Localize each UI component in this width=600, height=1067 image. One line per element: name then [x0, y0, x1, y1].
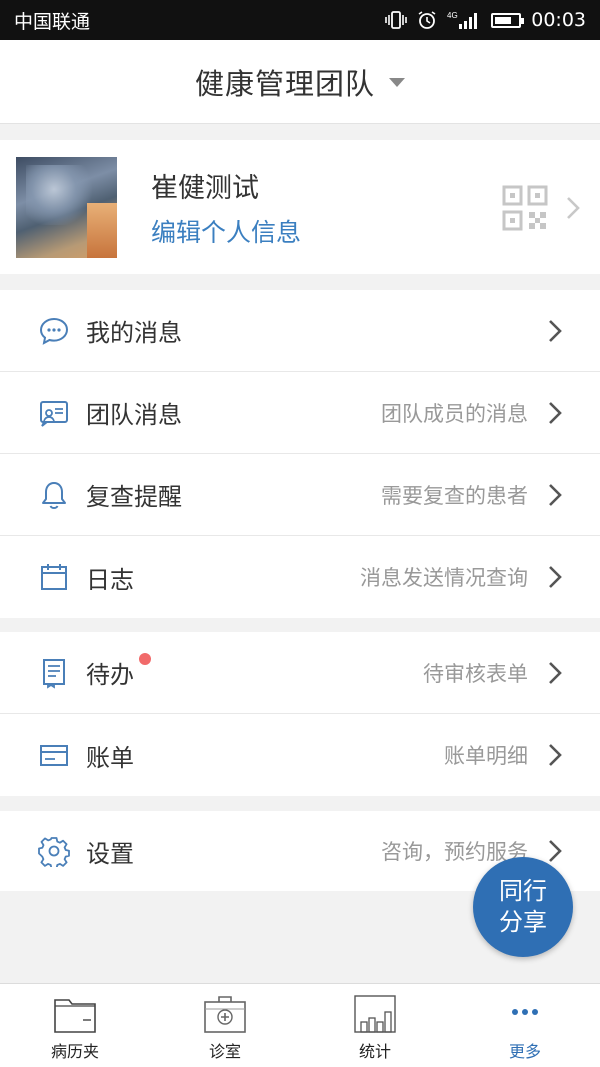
menu-item-detail: 团队成员的消息 — [381, 401, 528, 426]
chevron-right-icon — [549, 483, 562, 506]
bottom-tab-bar: 病历夹 诊室 统计 更多 — [0, 983, 600, 1067]
menu-item-todo[interactable]: 待办 待审核表单 — [0, 632, 600, 714]
calendar-icon — [41, 564, 67, 590]
menu-item-detail: 账单明细 — [444, 744, 528, 768]
menu-item-label: 设置 — [86, 839, 134, 868]
chevron-right-icon — [549, 401, 562, 424]
chevron-right-icon — [567, 197, 580, 219]
menu-item-label: 我的消息 — [86, 319, 182, 347]
avatar[interactable] — [16, 156, 117, 258]
more-dots-icon — [512, 1009, 538, 1015]
alarm-icon — [417, 10, 437, 30]
todo-icon — [43, 658, 65, 689]
qr-code-icon[interactable] — [502, 185, 548, 231]
gear-icon — [38, 837, 70, 867]
menu-item-log[interactable]: 日志 消息发送情况查询 — [0, 536, 600, 618]
bill-card-icon — [40, 745, 68, 766]
tab-label: 统计 — [358, 1042, 391, 1061]
chevron-right-icon — [549, 566, 562, 588]
clock-label: 00:03 — [531, 9, 586, 31]
peer-share-button[interactable]: 同行 分享 — [473, 857, 573, 957]
chevron-right-icon — [549, 319, 562, 342]
menu-item-followup-reminder[interactable]: 复查提醒 需要复查的患者 — [0, 454, 600, 536]
status-icons: 4G 00:03 — [385, 9, 586, 31]
tab-label: 病历夹 — [50, 1042, 99, 1061]
chevron-right-icon — [549, 661, 562, 684]
chat-bubble-icon — [39, 317, 69, 345]
menu-item-label: 复查提醒 — [86, 483, 182, 511]
menu-item-label: 账单 — [86, 743, 134, 772]
menu-group-tasks: 待办 待审核表单 账单 账单明细 — [0, 632, 600, 796]
menu-item-detail: 需要复查的患者 — [381, 483, 528, 508]
header[interactable]: 健康管理团队 — [0, 40, 600, 124]
chevron-right-icon — [549, 840, 562, 862]
svg-text:4G: 4G — [447, 11, 458, 20]
menu-item-team-messages[interactable]: 团队消息 团队成员的消息 — [0, 372, 600, 454]
team-title[interactable]: 健康管理团队 — [195, 61, 375, 103]
bell-icon — [42, 481, 66, 509]
profile-card[interactable]: 崔健测试 编辑个人信息 — [0, 140, 600, 274]
signal-icon: 4G — [447, 10, 481, 30]
fab-line-1: 同行 — [499, 877, 547, 905]
menu-item-detail: 待审核表单 — [423, 661, 528, 686]
tab-label: 更多 — [508, 1042, 541, 1061]
bar-chart-icon — [354, 995, 396, 1033]
status-bar: 中国联通 4G 00:03 — [0, 0, 600, 40]
notification-badge — [139, 653, 151, 665]
profile-info: 崔健测试 编辑个人信息 — [151, 166, 301, 249]
menu-group-messages: 我的消息 团队消息 团队成员的消息 复查提醒 需要复查的患者 日志 消息发送情况… — [0, 290, 600, 618]
menu-item-my-messages[interactable]: 我的消息 — [0, 290, 600, 372]
menu-item-label: 日志 — [86, 565, 134, 594]
tab-more[interactable]: 更多 — [450, 984, 600, 1067]
carrier-label: 中国联通 — [14, 10, 91, 33]
user-name: 崔健测试 — [151, 172, 259, 204]
medical-kit-icon — [204, 996, 246, 1033]
menu-item-bill[interactable]: 账单 账单明细 — [0, 714, 600, 796]
chevron-right-icon — [549, 744, 562, 766]
team-message-icon — [40, 400, 68, 427]
tab-medical-records[interactable]: 病历夹 — [0, 984, 150, 1067]
menu-item-label: 待办 — [86, 661, 134, 689]
battery-icon — [491, 12, 525, 28]
folder-icon — [54, 999, 96, 1033]
tab-clinic[interactable]: 诊室 — [150, 984, 300, 1067]
tab-statistics[interactable]: 统计 — [300, 984, 450, 1067]
tab-label: 诊室 — [208, 1042, 241, 1061]
dropdown-caret-icon[interactable] — [389, 78, 405, 87]
edit-profile-link[interactable]: 编辑个人信息 — [151, 213, 301, 249]
vibrate-icon — [385, 11, 408, 29]
menu-item-label: 团队消息 — [86, 401, 182, 429]
fab-line-2: 分享 — [499, 908, 547, 936]
menu-item-detail: 消息发送情况查询 — [360, 566, 528, 590]
